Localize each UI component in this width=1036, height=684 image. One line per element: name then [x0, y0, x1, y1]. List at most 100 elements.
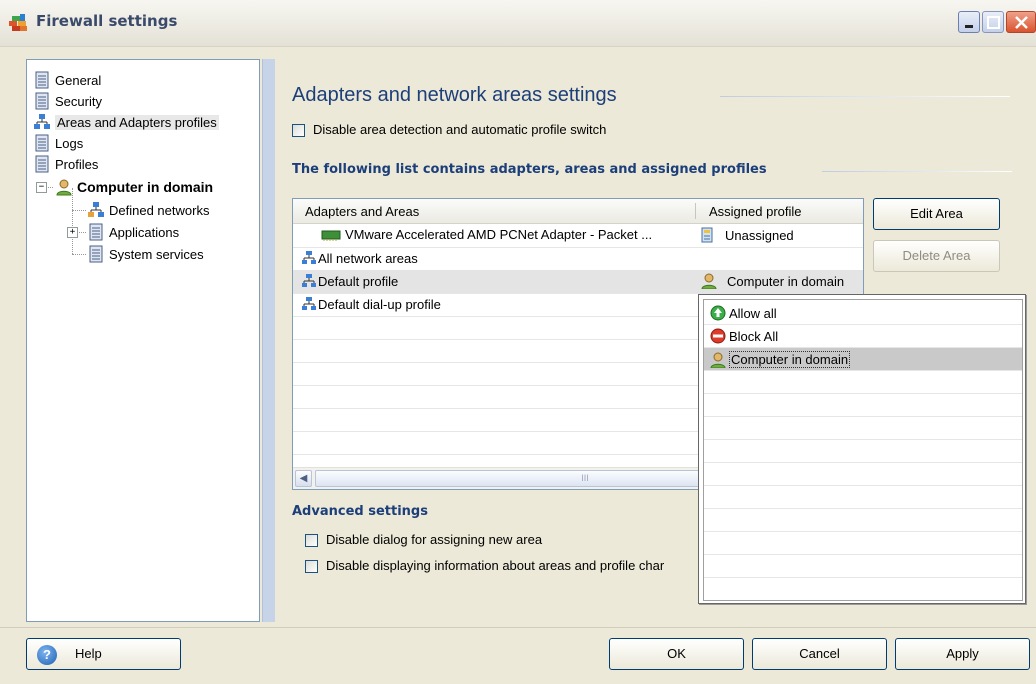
settings-tree[interactable]: General Security Areas and Adapters prof…	[26, 59, 260, 622]
tree-item-computer-in-domain[interactable]: Computer in domain	[55, 177, 213, 197]
profile-cell: Unassigned	[699, 227, 794, 243]
unassigned-icon	[701, 227, 713, 243]
tree-connector	[72, 254, 86, 255]
area-cell: Default dial-up profile	[301, 296, 441, 312]
app-icon	[9, 14, 27, 31]
table-row[interactable]: VMware Accelerated AMD PCNet Adapter - P…	[293, 224, 863, 248]
ok-button[interactable]: OK	[609, 638, 744, 670]
tree-item-label: Logs	[55, 135, 84, 151]
empty-row	[704, 463, 1022, 486]
advanced-heading: Advanced settings	[292, 504, 428, 519]
divider	[822, 171, 1012, 172]
disable-dialog-checkbox[interactable]	[305, 534, 318, 547]
minimize-button[interactable]	[958, 11, 980, 33]
scroll-left-button[interactable]: ◀	[295, 470, 312, 487]
block-icon	[710, 328, 726, 344]
user-icon	[56, 179, 72, 196]
list-header: Adapters and Areas Assigned profile	[293, 199, 863, 224]
divider	[0, 627, 1036, 628]
empty-row	[704, 532, 1022, 555]
area-cell: Default profile	[301, 273, 398, 289]
empty-row	[704, 509, 1022, 532]
panel-splitter[interactable]	[262, 59, 275, 622]
window-title: Firewall settings	[36, 12, 178, 30]
table-row[interactable]: Default profile Computer in domain	[293, 270, 863, 294]
network-icon	[88, 202, 104, 217]
tree-item-label: Security	[55, 93, 102, 109]
help-label: Help	[75, 646, 102, 661]
collapse-toggle[interactable]: −	[36, 182, 47, 193]
tree-item-defined-networks[interactable]: Defined networks	[87, 200, 209, 220]
dropdown-option-allow-all[interactable]: Allow all	[704, 302, 1022, 325]
expand-toggle[interactable]: +	[67, 227, 78, 238]
tree-item-areas-adapters[interactable]: Areas and Adapters profiles	[33, 112, 219, 132]
network-icon	[302, 297, 316, 310]
profile-cell: Computer in domain	[701, 273, 844, 289]
area-label: Default profile	[318, 273, 399, 289]
list-heading: The following list contains adapters, ar…	[292, 162, 767, 177]
column-separator[interactable]	[695, 203, 696, 219]
empty-row	[704, 371, 1022, 394]
network-icon	[302, 251, 316, 264]
empty-row	[704, 417, 1022, 440]
help-icon: ?	[37, 644, 57, 665]
network-icon	[302, 274, 316, 287]
tree-connector	[72, 210, 86, 211]
empty-row	[704, 486, 1022, 509]
minimize-icon	[965, 25, 973, 28]
tree-item-profiles[interactable]: Profiles	[33, 154, 98, 174]
option-label: Computer in domain	[729, 351, 851, 368]
tree-connector	[72, 188, 73, 254]
option-cell: Allow all	[710, 305, 777, 321]
disable-info-checkbox[interactable]	[305, 560, 318, 573]
dropdown-option-block-all[interactable]: Block All	[704, 325, 1022, 348]
column-header-profile[interactable]: Assigned profile	[709, 204, 802, 219]
document-icon	[89, 245, 103, 263]
divider	[720, 96, 1010, 97]
profile-dropdown-list[interactable]: Allow all Block All Computer in domain	[698, 294, 1026, 604]
tree-item-label: Areas and Adapters profiles	[55, 114, 219, 130]
tree-item-label: Profiles	[55, 156, 99, 172]
title-bar[interactable]: Firewall settings	[0, 0, 1036, 47]
edit-area-button[interactable]: Edit Area	[873, 198, 1000, 230]
tree-item-general[interactable]: General	[33, 70, 101, 90]
option-cell: Block All	[710, 328, 778, 344]
tree-item-label: Defined networks	[109, 202, 210, 218]
user-icon	[710, 352, 726, 368]
document-icon	[35, 71, 49, 89]
user-icon	[701, 273, 717, 289]
dropdown-options[interactable]: Allow all Block All Computer in domain	[703, 299, 1023, 601]
empty-row	[704, 440, 1022, 463]
disable-area-detection-checkbox[interactable]	[292, 124, 305, 137]
maximize-button[interactable]	[982, 11, 1004, 33]
network-icon	[34, 114, 50, 129]
tree-item-security[interactable]: Security	[33, 91, 102, 111]
allow-icon	[710, 305, 726, 321]
profile-label: Computer in domain	[727, 273, 845, 289]
area-label: All network areas	[318, 250, 418, 266]
document-icon	[35, 92, 49, 110]
option-label: Block All	[729, 328, 779, 344]
apply-button[interactable]: Apply	[895, 638, 1030, 670]
close-button[interactable]	[1006, 11, 1036, 33]
table-row[interactable]: All network areas	[293, 247, 863, 271]
option-cell: Computer in domain	[710, 351, 851, 368]
tree-item-applications[interactable]: Applications	[87, 222, 179, 242]
area-label: Default dial-up profile	[318, 296, 441, 312]
tree-item-label: Applications	[109, 224, 180, 240]
help-button[interactable]: ? Help	[26, 638, 181, 670]
document-icon	[89, 223, 103, 241]
tree-item-logs[interactable]: Logs	[33, 133, 83, 153]
dropdown-option-computer-in-domain[interactable]: Computer in domain	[704, 348, 1022, 371]
delete-area-button[interactable]: Delete Area	[873, 240, 1000, 272]
cancel-button[interactable]: Cancel	[752, 638, 887, 670]
column-header-areas[interactable]: Adapters and Areas	[305, 204, 419, 219]
maximize-icon	[987, 16, 1000, 29]
tree-item-system-services[interactable]: System services	[87, 244, 204, 264]
disable-dialog-label: Disable dialog for assigning new area	[326, 532, 543, 547]
area-cell: All network areas	[301, 250, 418, 266]
tree-item-label: System services	[109, 246, 204, 262]
option-label: Allow all	[729, 305, 777, 321]
profile-label: Unassigned	[725, 227, 794, 243]
area-label: VMware Accelerated AMD PCNet Adapter - P…	[345, 227, 653, 242]
